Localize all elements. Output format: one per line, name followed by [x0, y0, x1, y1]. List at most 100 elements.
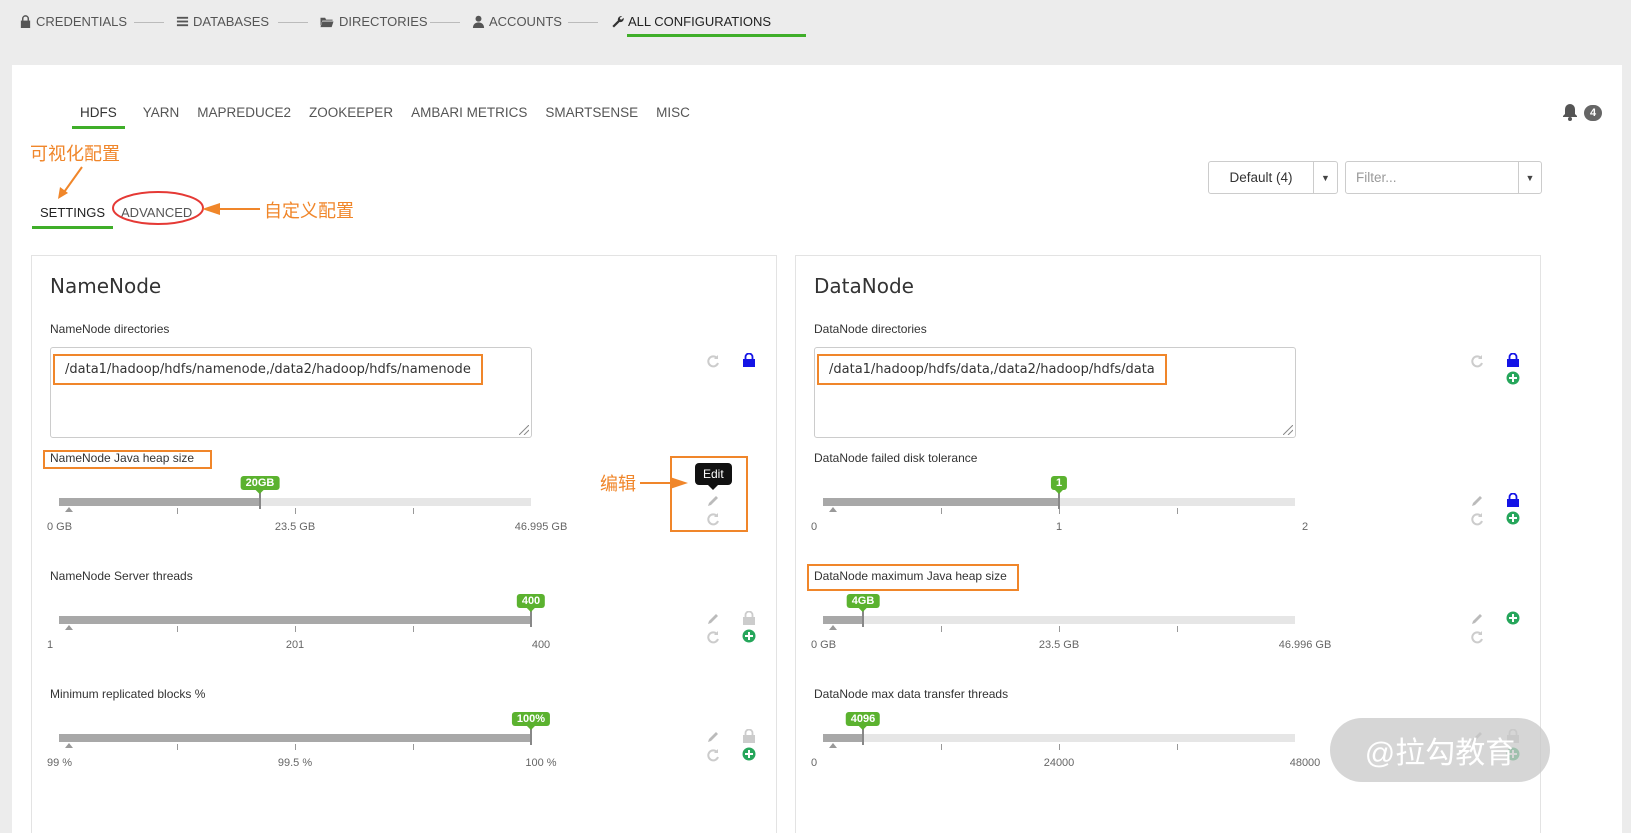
pencil-icon[interactable] [706, 612, 720, 626]
datanode-disk-tolerance-label: DataNode failed disk tolerance [814, 451, 978, 465]
tab-ambari-metrics[interactable]: AMBARI METRICS [411, 105, 527, 129]
user-icon [472, 15, 485, 28]
alerts-count-badge[interactable]: 4 [1584, 105, 1603, 121]
namenode-dirs-label: NameNode directories [50, 322, 170, 336]
slider-tick [413, 744, 414, 750]
slider-track [823, 616, 1295, 624]
tab-mapreduce2[interactable]: MAPREDUCE2 [197, 105, 291, 129]
tab-yarn[interactable]: YARN [143, 105, 180, 129]
annotation-circle [112, 191, 204, 225]
tab-misc[interactable]: MISC [656, 105, 690, 129]
slider-default-marker [829, 625, 837, 630]
service-tabs: HDFS YARN MAPREDUCE2 ZOOKEEPER AMBARI ME… [72, 105, 708, 129]
slider-fill [59, 734, 531, 742]
refresh-icon[interactable] [706, 354, 720, 368]
namenode-heap-slider[interactable]: 20GB 0 GB 23.5 GB 46.995 GB [47, 476, 567, 536]
datanode-title: DataNode [814, 274, 914, 298]
datanode-disk-tolerance-slider[interactable]: 1 0 1 2 [811, 476, 1308, 536]
annotation-arrow-icon [202, 203, 260, 215]
slider-tick-label: 1 [47, 639, 54, 651]
filter-input[interactable] [1346, 170, 1518, 185]
resize-handle-icon[interactable] [1283, 425, 1293, 435]
annotation-edit: 编辑 [600, 474, 636, 494]
lock-icon[interactable] [742, 611, 756, 625]
lock-icon [20, 15, 31, 28]
annotation-custom-config: 自定义配置 [264, 201, 354, 221]
slider-fill [59, 616, 531, 624]
step-all-configurations[interactable]: ALL CONFIGURATIONS [611, 14, 771, 29]
refresh-icon[interactable] [1470, 354, 1484, 368]
add-icon[interactable] [742, 629, 756, 643]
bell-icon[interactable] [1562, 103, 1578, 121]
slider-tick-label: 99 % [47, 757, 73, 769]
pencil-icon[interactable] [1470, 612, 1484, 626]
pencil-icon[interactable] [706, 494, 720, 508]
pencil-icon[interactable] [1470, 494, 1484, 508]
refresh-icon[interactable] [706, 512, 720, 526]
datanode-dirs-label: DataNode directories [814, 322, 927, 336]
add-icon[interactable] [742, 747, 756, 761]
refresh-icon[interactable] [706, 630, 720, 644]
lock-icon[interactable] [1506, 353, 1520, 367]
slider-tick [1177, 508, 1178, 514]
step-label: DATABASES [193, 14, 270, 29]
min-replicated-blocks-label: Minimum replicated blocks % [50, 687, 206, 701]
slider-default-marker [65, 507, 73, 512]
slider-tick [295, 508, 296, 514]
lock-icon[interactable] [1506, 493, 1520, 507]
chevron-down-icon[interactable]: ▼ [1518, 162, 1541, 193]
datanode-max-heap-slider[interactable]: 4GB 0 GB 23.5 GB 46.996 GB [811, 594, 1331, 654]
config-group-select[interactable]: Default (4) ▼ [1208, 161, 1338, 194]
datanode-transfer-threads-label: DataNode max data transfer threads [814, 687, 1009, 701]
chevron-down-icon[interactable]: ▼ [1313, 162, 1337, 193]
refresh-icon[interactable] [1470, 512, 1484, 526]
tab-smartsense[interactable]: SMARTSENSE [545, 105, 638, 129]
step-directories[interactable]: DIRECTORIES [319, 14, 428, 29]
resize-handle-icon[interactable] [519, 425, 529, 435]
slider-value-badge: 400 [516, 594, 546, 612]
tab-zookeeper[interactable]: ZOOKEEPER [309, 105, 393, 129]
add-icon[interactable] [1506, 511, 1520, 525]
refresh-icon[interactable] [1470, 630, 1484, 644]
slider-tick [413, 508, 414, 514]
step-label: DIRECTORIES [339, 14, 428, 29]
slider-tick-label: 46.996 GB [1278, 639, 1332, 651]
refresh-icon[interactable] [706, 748, 720, 762]
step-databases[interactable]: DATABASES [176, 14, 269, 29]
slider-tick [941, 744, 942, 750]
namenode-threads-label: NameNode Server threads [50, 569, 193, 583]
annotation-arrow-icon [58, 166, 83, 199]
slider-tick [941, 626, 942, 632]
slider-tick [177, 744, 178, 750]
lock-icon[interactable] [742, 729, 756, 743]
slider-tick-label: 1 [1055, 521, 1063, 533]
wizard-steps: CREDENTIALS DATABASES DIRECTORIES ACCOUN… [0, 0, 1631, 46]
step-credentials[interactable]: CREDENTIALS [19, 14, 127, 29]
step-label: ACCOUNTS [489, 14, 562, 29]
step-divider [568, 22, 598, 23]
add-icon[interactable] [1506, 371, 1520, 385]
namenode-dirs-value: /data1/hadoop/hdfs/namenode,/data2/hadoo… [53, 354, 483, 385]
slider-tick-label: 100 % [525, 757, 557, 769]
datanode-dirs-textarea[interactable]: /data1/hadoop/hdfs/data,/data2/hadoop/hd… [814, 347, 1296, 438]
add-icon[interactable] [1506, 611, 1520, 625]
slider-tick [413, 626, 414, 632]
step-accounts[interactable]: ACCOUNTS [472, 14, 562, 29]
lock-icon[interactable] [742, 353, 756, 367]
namenode-dirs-textarea[interactable]: /data1/hadoop/hdfs/namenode,/data2/hadoo… [50, 347, 532, 438]
tab-hdfs[interactable]: HDFS [72, 105, 125, 129]
slider-tick [1059, 744, 1060, 750]
min-replicated-blocks-slider[interactable]: 100% 99 % 99.5 % 100 % [47, 712, 557, 772]
slider-fill [823, 498, 1059, 506]
slider-tick-label: 23.5 GB [274, 521, 316, 533]
namenode-title: NameNode [50, 274, 162, 298]
tab-settings[interactable]: SETTINGS [32, 205, 114, 229]
namenode-panel: NameNode NameNode directories /data1/had… [31, 255, 777, 833]
datanode-transfer-threads-slider[interactable]: 4096 0 24000 48000 [811, 712, 1320, 772]
slider-tick [177, 626, 178, 632]
list-icon [176, 16, 189, 27]
pencil-icon[interactable] [706, 730, 720, 744]
namenode-threads-slider[interactable]: 400 1 201 400 [47, 594, 550, 654]
slider-fill [823, 616, 863, 624]
slider-tick [1059, 626, 1060, 632]
